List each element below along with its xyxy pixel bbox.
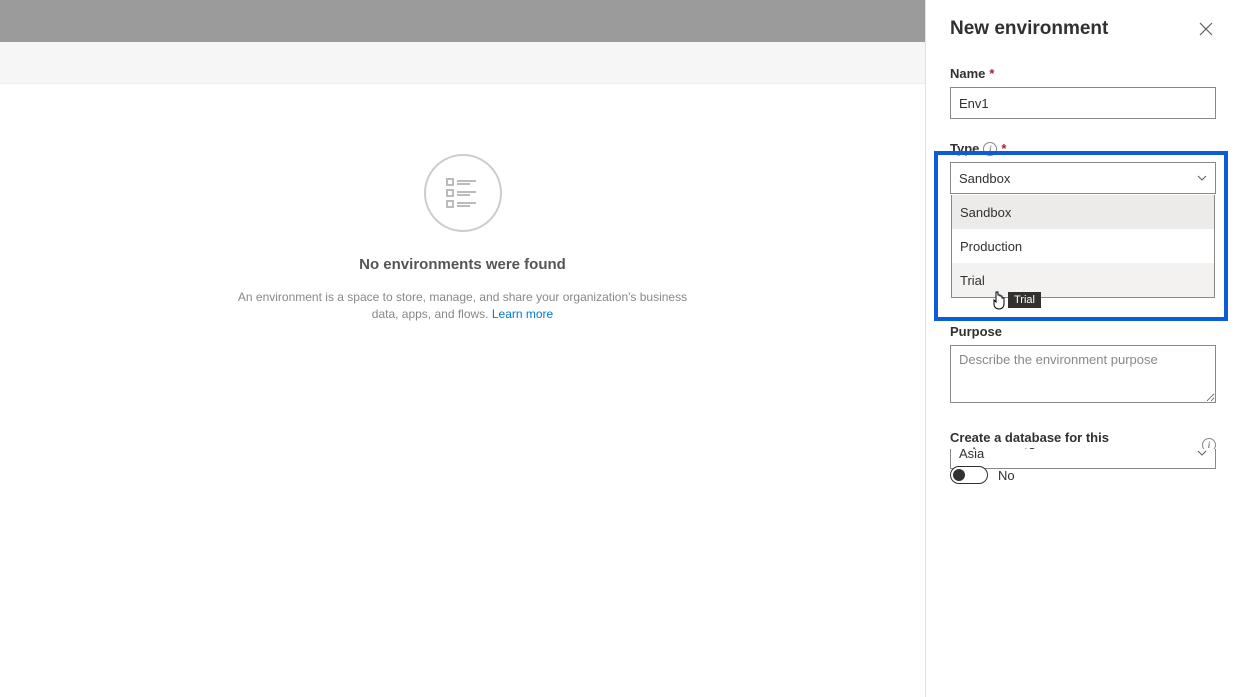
toggle-knob xyxy=(953,469,965,481)
type-select[interactable]: Sandbox Sandbox Production Trial xyxy=(950,162,1216,194)
type-label: Type i * xyxy=(950,141,1216,156)
learn-more-link[interactable]: Learn more xyxy=(492,307,553,321)
chevron-down-icon xyxy=(1197,449,1207,458)
type-selected-value: Sandbox xyxy=(959,171,1010,186)
empty-state: No environments were found An environmen… xyxy=(233,154,693,323)
name-label-text: Name xyxy=(950,66,985,81)
type-label-text: Type xyxy=(950,141,979,156)
required-indicator: * xyxy=(989,66,994,81)
close-icon xyxy=(1199,22,1213,36)
purpose-label-text: Purpose xyxy=(950,324,1002,339)
purpose-label: Purpose xyxy=(950,324,1216,339)
main-content: No environments were found An environmen… xyxy=(0,84,925,697)
info-icon[interactable]: i xyxy=(983,142,997,156)
trial-tooltip: Trial xyxy=(1008,292,1041,308)
new-environment-panel: New environment Name * Type i * Sandbox … xyxy=(925,0,1240,697)
create-db-toggle[interactable] xyxy=(950,466,988,484)
purpose-textarea[interactable] xyxy=(950,345,1216,403)
name-label: Name * xyxy=(950,66,1216,81)
empty-description: An environment is a space to store, mana… xyxy=(233,289,693,323)
region-select[interactable]: Asia xyxy=(950,449,1216,469)
name-field: Name * xyxy=(950,66,1216,119)
type-option-sandbox[interactable]: Sandbox xyxy=(952,195,1214,229)
list-icon xyxy=(424,154,502,232)
panel-header: New environment xyxy=(950,18,1216,40)
chevron-down-icon xyxy=(1197,173,1207,183)
type-field: Type i * Sandbox Sandbox Production Tria… xyxy=(950,141,1216,194)
type-dropdown-list: Sandbox Production Trial xyxy=(951,195,1215,298)
empty-desc-text: An environment is a space to store, mana… xyxy=(238,290,687,321)
required-indicator: * xyxy=(1001,141,1006,156)
close-button[interactable] xyxy=(1196,19,1216,39)
type-option-production[interactable]: Production xyxy=(952,229,1214,263)
type-option-trial[interactable]: Trial xyxy=(952,263,1214,297)
empty-title: No environments were found xyxy=(359,256,566,273)
region-selected-value: Asia xyxy=(959,449,984,461)
panel-title: New environment xyxy=(950,18,1108,40)
region-field-partial: Asia xyxy=(950,449,1216,471)
name-input[interactable] xyxy=(950,87,1216,119)
purpose-field: Purpose xyxy=(950,324,1216,408)
